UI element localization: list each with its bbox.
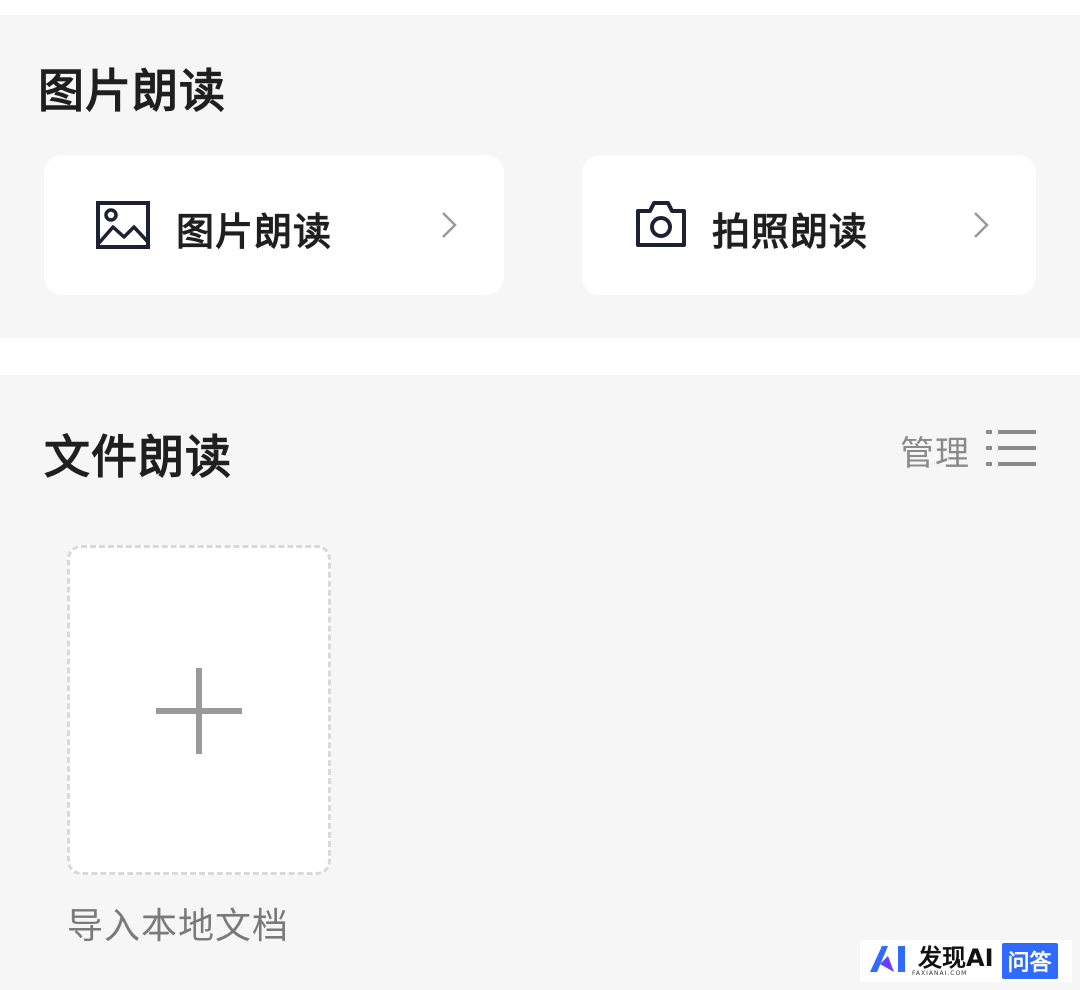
- ai-logo-icon: [868, 944, 912, 978]
- image-reading-section: 图片朗读 图片朗读 拍照朗读: [0, 15, 1080, 338]
- section-title-file-reading: 文件朗读: [44, 430, 232, 484]
- image-reading-label: 图片朗读: [176, 209, 333, 254]
- plus-icon: [156, 668, 242, 758]
- watermark-sub: FAXIANAI.COM: [912, 969, 968, 977]
- photo-reading-label: 拍照朗读: [712, 209, 869, 254]
- camera-icon: [634, 199, 688, 253]
- import-document-label: 导入本地文档: [67, 906, 290, 947]
- watermark-brand: 发现AI: [918, 943, 994, 972]
- image-icon: [96, 201, 150, 253]
- chevron-right-icon: [972, 210, 990, 244]
- import-document-button[interactable]: [67, 545, 331, 875]
- watermark-logo: 发现AI FAXIANAI.COM 问答: [860, 940, 1072, 982]
- manage-label: 管理: [900, 433, 970, 474]
- list-icon: [986, 427, 1036, 473]
- chevron-right-icon: [440, 210, 458, 244]
- watermark-badge: 问答: [1001, 943, 1058, 979]
- image-reading-card[interactable]: 图片朗读: [44, 155, 504, 295]
- section-title-image-reading: 图片朗读: [38, 64, 226, 118]
- file-reading-section: 文件朗读 管理 导入本地文档: [0, 375, 1080, 990]
- photo-reading-card[interactable]: 拍照朗读: [582, 155, 1036, 295]
- manage-button[interactable]: 管理: [900, 425, 1036, 475]
